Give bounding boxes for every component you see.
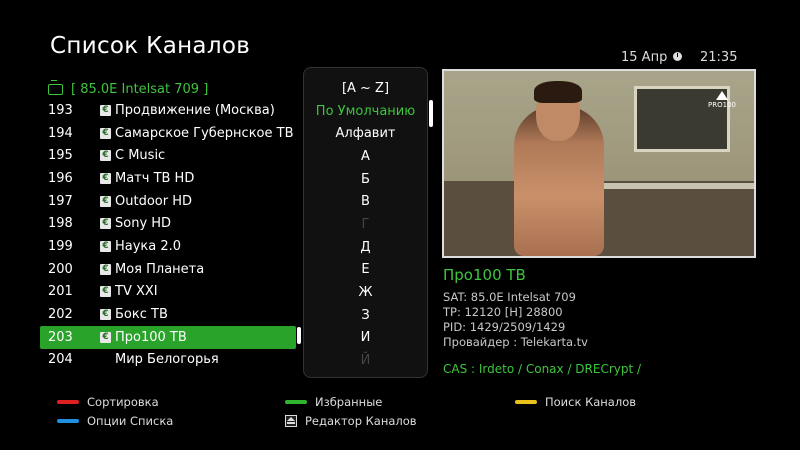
legend-green-label: Избранные xyxy=(315,395,383,409)
channel-number: 201 xyxy=(48,284,73,300)
channel-row[interactable]: 197 € Outdoor HD xyxy=(40,190,296,213)
channel-name: C Music xyxy=(115,148,166,164)
channel-number: 204 xyxy=(48,352,73,368)
channel-name: Моя Планета xyxy=(115,261,205,277)
channel-name: Наука 2.0 xyxy=(115,238,182,254)
channel-name: Продвижение (Москва) xyxy=(115,102,275,118)
channel-row[interactable]: 198 € Sony HD xyxy=(40,212,296,235)
channel-number: 197 xyxy=(48,193,73,209)
channel-number: 193 xyxy=(48,102,73,118)
channel-row[interactable]: 194 € Самарское Губернское ТВ xyxy=(40,122,296,145)
sort-panel: [A ~ Z] По Умолчанию Алфавит А Б В Г Д Е Ж З И Й xyxy=(303,67,428,378)
yellow-key-icon xyxy=(515,400,537,404)
info-pid: PID: 1429/2509/1429 xyxy=(443,320,566,334)
sort-option[interactable]: Алфавит xyxy=(304,122,427,145)
channel-row[interactable]: 202 € Бокс ТВ xyxy=(40,303,296,326)
clock-icon xyxy=(673,52,682,61)
info-sat: SAT: 85.0E Intelsat 709 xyxy=(443,290,576,304)
channel-name: Sony HD xyxy=(115,216,172,232)
red-key-icon xyxy=(57,400,79,404)
channel-number: 199 xyxy=(48,238,73,254)
channel-row[interactable]: 201 € TV XXI xyxy=(40,281,296,304)
free-channel-icon: € xyxy=(100,104,111,116)
channel-number: 202 xyxy=(48,307,73,323)
channel-name: Про100 ТВ xyxy=(115,329,187,345)
page-title: Список Каналов xyxy=(50,33,251,59)
channel-number: 198 xyxy=(48,216,73,232)
free-channel-icon: € xyxy=(100,309,111,321)
time-label: 21:35 xyxy=(700,50,738,65)
preview-person-hair xyxy=(534,81,582,103)
free-channel-icon: € xyxy=(100,263,111,275)
sort-option[interactable]: Й xyxy=(304,349,427,372)
free-channel-icon: € xyxy=(100,331,111,343)
channel-name: Матч ТВ HD xyxy=(115,170,195,186)
free-channel-icon: € xyxy=(100,240,111,252)
channel-preview: PRO100 xyxy=(442,69,756,258)
sort-option[interactable]: З xyxy=(304,304,427,327)
channel-row[interactable]: 204 Мир Белогорья xyxy=(40,349,296,372)
eject-icon xyxy=(285,415,297,427)
free-channel-icon: € xyxy=(100,195,111,207)
sort-option[interactable]: Ж xyxy=(304,281,427,304)
blue-key-icon xyxy=(57,419,79,423)
channel-number: 194 xyxy=(48,125,73,141)
channel-row[interactable]: 200 € Моя Планета xyxy=(40,258,296,281)
info-provider: Провайдер : Telekarta.tv xyxy=(443,335,588,349)
channel-number: 200 xyxy=(48,261,73,277)
satellite-header[interactable]: [ 85.0E Intelsat 709 ] xyxy=(48,79,209,98)
legend-eject-label: Редактор Каналов xyxy=(305,414,417,428)
channel-logo: PRO100 xyxy=(708,91,736,109)
legend-yellow[interactable]: Поиск Каналов xyxy=(515,395,636,409)
sort-panel-scrollbar[interactable] xyxy=(429,100,433,127)
free-channel-icon: € xyxy=(100,150,111,162)
free-channel-icon: € xyxy=(100,286,111,298)
channel-logo-text: PRO100 xyxy=(708,101,736,109)
sort-option[interactable]: В xyxy=(304,190,427,213)
channel-name: Outdoor HD xyxy=(115,193,192,209)
green-key-icon xyxy=(285,400,307,404)
legend-blue-label: Опции Списка xyxy=(87,414,174,428)
channel-number: 195 xyxy=(48,148,73,164)
channel-name: TV XXI xyxy=(115,284,158,300)
legend-red-label: Сортировка xyxy=(87,395,159,409)
sort-option[interactable]: По Умолчанию xyxy=(304,100,427,123)
info-cas: CAS : Irdeto / Conax / DRECrypt / xyxy=(443,362,642,376)
channel-list-scrollbar[interactable] xyxy=(297,327,301,344)
channel-row[interactable]: 193 € Продвижение (Москва) xyxy=(40,99,296,122)
legend-eject[interactable]: Редактор Каналов xyxy=(285,414,417,428)
legend-blue[interactable]: Опции Списка xyxy=(57,414,173,428)
sort-option[interactable]: А xyxy=(304,145,427,168)
channel-row-selected[interactable]: 203 € Про100 ТВ xyxy=(40,325,296,349)
sort-option[interactable]: Е xyxy=(304,259,427,282)
legend-yellow-label: Поиск Каналов xyxy=(545,395,637,409)
sort-option[interactable]: Д xyxy=(304,236,427,259)
date-label: 15 Апр xyxy=(621,50,668,65)
channel-row[interactable]: 199 € Наука 2.0 xyxy=(40,235,296,258)
sort-option[interactable]: Г xyxy=(304,213,427,236)
free-channel-icon: € xyxy=(100,172,111,184)
legend-red[interactable]: Сортировка xyxy=(57,395,159,409)
sort-header: [A ~ Z] xyxy=(341,80,390,96)
channel-number: 196 xyxy=(48,170,73,186)
tv-icon xyxy=(48,79,63,95)
satellite-label: [ 85.0E Intelsat 709 ] xyxy=(71,81,209,97)
channel-number: 203 xyxy=(48,329,73,345)
sort-option[interactable]: И xyxy=(304,327,427,350)
channel-row[interactable]: 195 € C Music xyxy=(40,144,296,167)
info-channel-name: Про100 ТВ xyxy=(443,266,526,284)
channel-name: Мир Белогорья xyxy=(115,352,219,368)
info-tp: TP: 12120 [H] 28800 xyxy=(443,305,563,319)
preview-rail xyxy=(594,183,754,189)
free-channel-icon: € xyxy=(100,127,111,139)
channel-name: Бокс ТВ xyxy=(115,307,168,323)
channel-list: 193 € Продвижение (Москва) 194 € Самарское Гу… xyxy=(40,99,296,371)
channel-row[interactable]: 196 € Матч ТВ HD xyxy=(40,167,296,190)
legend-green[interactable]: Избранные xyxy=(285,395,382,409)
free-channel-icon: € xyxy=(100,218,111,230)
sort-option[interactable]: Б xyxy=(304,168,427,191)
channel-name: Самарское Губернское ТВ xyxy=(115,125,294,141)
